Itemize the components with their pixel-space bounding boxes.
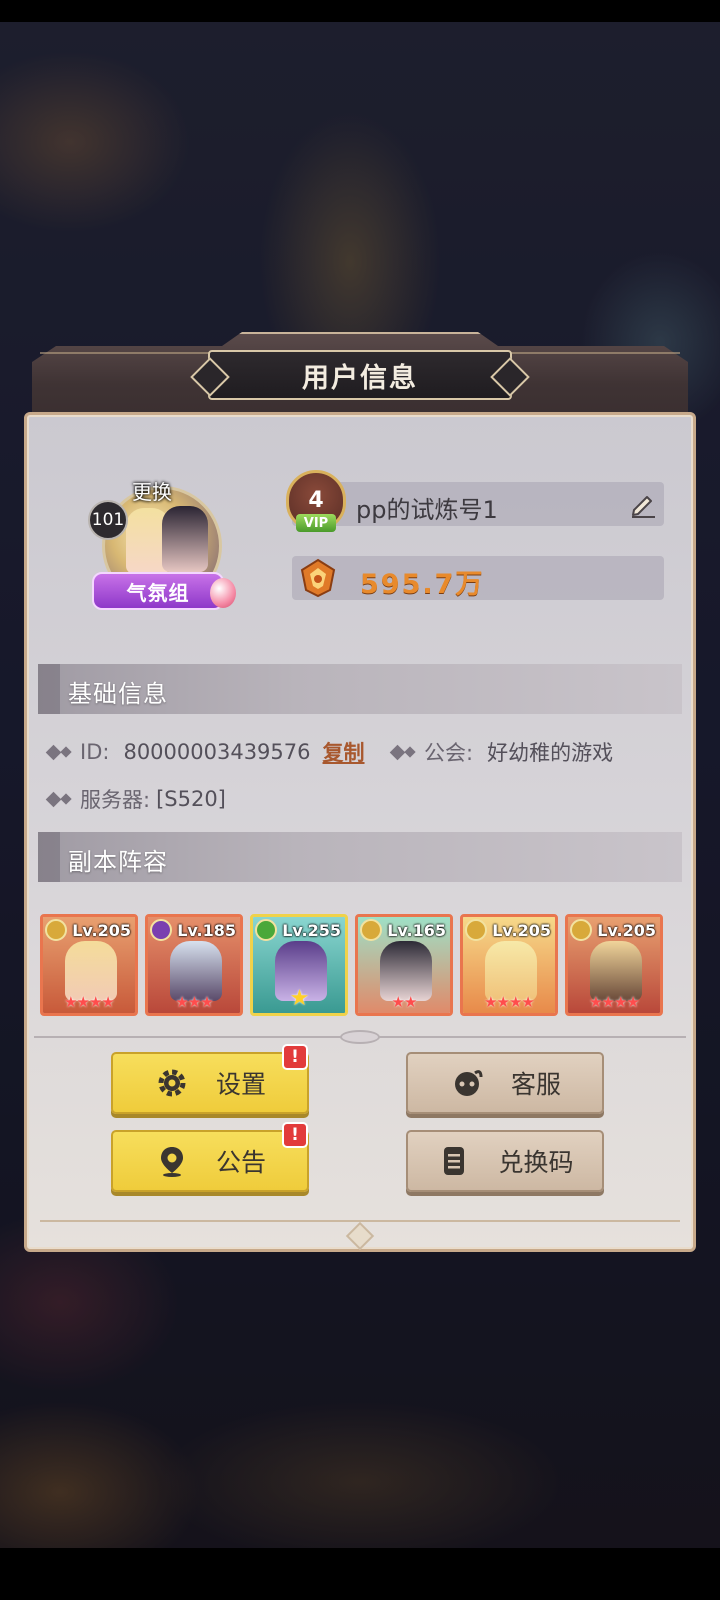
hero-card[interactable]: Lv.205 ★★★★ bbox=[40, 914, 138, 1016]
copy-id-button[interactable]: 复制 bbox=[323, 737, 365, 767]
divider-ornament bbox=[340, 1030, 380, 1044]
hero-stars: ★★★★ bbox=[589, 993, 640, 1011]
avatar-portrait-right bbox=[162, 506, 208, 572]
hero-card[interactable]: Lv.205 ★★★★ bbox=[460, 914, 558, 1016]
faction-icon bbox=[150, 919, 172, 941]
combat-power-value: 595.7万 bbox=[360, 569, 485, 600]
dialog-title-plate: 用户信息 bbox=[208, 350, 512, 400]
hero-stars: ★★★ bbox=[175, 993, 213, 1011]
customer-service-button[interactable]: 客服 bbox=[406, 1052, 604, 1114]
status-bar bbox=[0, 0, 720, 22]
hero-level: Lv.205 bbox=[492, 921, 551, 940]
guild-row: 公会: 好幼稚的游戏 bbox=[389, 737, 614, 767]
player-name: pp的试炼号1 bbox=[356, 496, 498, 524]
bullet-icon bbox=[60, 746, 72, 758]
announcement-button[interactable]: 公告 bbox=[111, 1130, 309, 1192]
lineup-header: 副本阵容 bbox=[38, 832, 682, 882]
balloon-icon bbox=[210, 578, 236, 608]
dialog-title: 用户信息 bbox=[302, 362, 418, 394]
power-icon bbox=[300, 558, 336, 598]
hero-portrait bbox=[380, 941, 432, 1001]
hero-lineup: Lv.205 ★★★★ Lv.185 ★★★ Lv.255 ★ Lv.165 ★… bbox=[40, 914, 680, 1016]
hero-stars: ★★ bbox=[391, 993, 418, 1011]
hero-level: Lv.165 bbox=[387, 921, 446, 940]
vip-badge: 4 VIP bbox=[286, 470, 346, 536]
faction-icon bbox=[360, 919, 382, 941]
hero-stars: ★★★★ bbox=[64, 993, 115, 1011]
settings-alert-badge: ! bbox=[282, 1044, 308, 1070]
hero-level: Lv.255 bbox=[282, 921, 341, 940]
avatar-change-label[interactable]: 更换 bbox=[132, 476, 172, 505]
announcement-button-label: 公告 bbox=[215, 1148, 266, 1177]
hero-portrait bbox=[485, 941, 537, 1001]
hero-level: Lv.205 bbox=[72, 921, 131, 940]
document-icon bbox=[444, 1147, 465, 1175]
customer-service-label: 客服 bbox=[510, 1070, 561, 1099]
hero-card[interactable]: Lv.185 ★★★ bbox=[145, 914, 243, 1016]
hero-portrait bbox=[590, 941, 642, 1001]
gear-icon bbox=[158, 1069, 186, 1097]
faction-icon bbox=[570, 919, 592, 941]
faction-icon bbox=[255, 919, 277, 941]
bullet-icon bbox=[45, 791, 62, 807]
server-value: [S520] bbox=[156, 787, 226, 811]
hero-card[interactable]: Lv.205 ★★★★ bbox=[565, 914, 663, 1016]
headset-icon bbox=[454, 1070, 483, 1096]
id-label: ID: bbox=[80, 740, 110, 764]
navigation-bar bbox=[0, 1548, 720, 1600]
hero-stars: ★ bbox=[289, 986, 310, 1011]
guild-label: 公会: bbox=[424, 741, 474, 765]
redeem-code-button[interactable]: 兑换码 bbox=[406, 1130, 604, 1192]
hero-portrait bbox=[65, 941, 117, 1001]
id-value: 80000003439576 bbox=[123, 740, 311, 764]
edit-icon[interactable] bbox=[628, 490, 658, 520]
location-pin-icon bbox=[160, 1147, 183, 1177]
hero-card[interactable]: Lv.255 ★ bbox=[250, 914, 348, 1016]
player-id-row: ID: 80000003439576 复制 bbox=[45, 737, 365, 767]
server-label: 服务器: bbox=[80, 788, 151, 812]
hero-portrait bbox=[170, 941, 222, 1001]
avatar[interactable]: 更换 101 气氛组 bbox=[88, 480, 240, 612]
faction-icon bbox=[45, 919, 67, 941]
faction-icon bbox=[465, 919, 487, 941]
hero-level: Lv.185 bbox=[177, 921, 236, 940]
hero-level: Lv.205 bbox=[597, 921, 656, 940]
bullet-icon bbox=[389, 744, 406, 760]
section-title-basic-info: 基础信息 bbox=[68, 680, 168, 708]
player-level-badge: 101 bbox=[88, 500, 128, 540]
settings-button[interactable]: 设置 bbox=[111, 1052, 309, 1114]
basic-info-header: 基础信息 bbox=[38, 664, 682, 714]
redeem-code-label: 兑换码 bbox=[498, 1148, 574, 1177]
settings-button-label: 设置 bbox=[215, 1070, 266, 1099]
avatar-frame-title: 气氛组 bbox=[92, 572, 224, 610]
hero-stars: ★★★★ bbox=[484, 993, 535, 1011]
announcement-alert-badge: ! bbox=[282, 1122, 308, 1148]
bullet-icon bbox=[60, 793, 72, 805]
section-title-lineup: 副本阵容 bbox=[68, 848, 168, 876]
vip-label: VIP bbox=[296, 514, 336, 532]
guild-value: 好幼稚的游戏 bbox=[487, 741, 614, 765]
hero-card[interactable]: Lv.165 ★★ bbox=[355, 914, 453, 1016]
bullet-icon bbox=[404, 746, 416, 758]
bullet-icon bbox=[45, 744, 62, 760]
server-row: 服务器: [S520] bbox=[45, 784, 226, 814]
